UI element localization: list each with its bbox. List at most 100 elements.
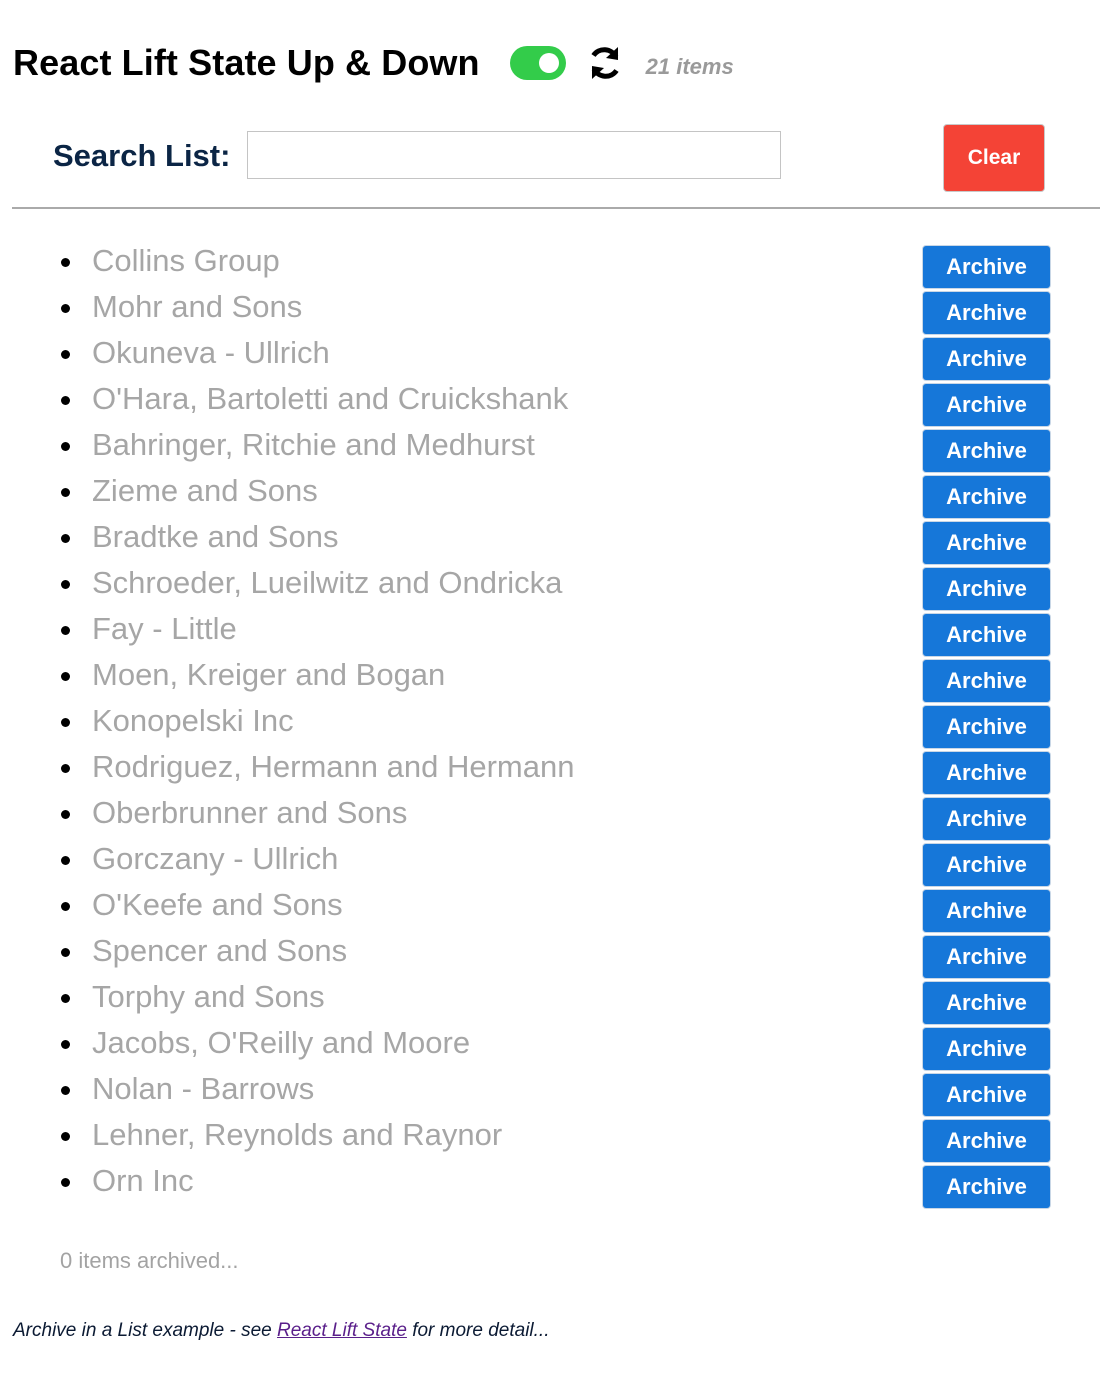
bullet-icon bbox=[61, 396, 70, 405]
clear-button[interactable]: Clear bbox=[943, 124, 1045, 192]
bullet-icon bbox=[61, 810, 70, 819]
list-item-label: Fay - Little bbox=[92, 611, 237, 646]
item-count: 21 items bbox=[645, 54, 734, 79]
bullet-icon bbox=[61, 718, 70, 727]
list-item: Orn Inc Archive bbox=[0, 1163, 1120, 1211]
list-item-label: Gorczany - Ullrich bbox=[92, 841, 339, 876]
bullet-icon bbox=[61, 1132, 70, 1141]
archive-button[interactable]: Archive bbox=[922, 337, 1051, 381]
list-item-label: Nolan - Barrows bbox=[92, 1071, 315, 1106]
list-item: Oberbrunner and Sons Archive bbox=[0, 796, 1120, 843]
archive-button[interactable]: Archive bbox=[922, 981, 1051, 1025]
bullet-icon bbox=[61, 626, 70, 635]
list-item: Torphy and Sons Archive bbox=[0, 979, 1120, 1027]
archive-button[interactable]: Archive bbox=[922, 797, 1051, 841]
toggle-switch[interactable] bbox=[509, 46, 566, 80]
list-item: Spencer and Sons Archive bbox=[0, 934, 1120, 981]
archived-status: 0 items archived... bbox=[60, 1248, 239, 1273]
list-item-label: Moen, Kreiger and Bogan bbox=[92, 657, 446, 692]
toggle-knob bbox=[538, 53, 559, 73]
list-item-label: Collins Group bbox=[92, 243, 280, 278]
list-item-label: Schroeder, Lueilwitz and Ondricka bbox=[92, 565, 563, 600]
search-label: Search List: bbox=[53, 138, 231, 173]
archive-button[interactable]: Archive bbox=[922, 1119, 1051, 1163]
archive-button[interactable]: Archive bbox=[922, 429, 1051, 473]
company-list: Collins Group Archive Mohr and Sons Archive… bbox=[0, 243, 1120, 1211]
list-item: Bahringer, Ritchie and Medhurst Archive bbox=[0, 427, 1120, 475]
list-item-label: O'Hara, Bartoletti and Cruickshank bbox=[92, 381, 569, 416]
archive-button[interactable]: Archive bbox=[922, 383, 1051, 427]
bullet-icon bbox=[61, 488, 70, 497]
bullet-icon bbox=[61, 1178, 70, 1187]
archive-button[interactable]: Archive bbox=[922, 843, 1051, 887]
search-row: Search List: Clear bbox=[53, 124, 1045, 192]
bullet-icon bbox=[61, 350, 70, 359]
list-item-label: O'Keefe and Sons bbox=[92, 887, 343, 922]
list-item: Konopelski Inc Archive bbox=[0, 703, 1120, 751]
bullet-icon bbox=[61, 442, 70, 451]
bullet-icon bbox=[61, 672, 70, 681]
list-item-label: Orn Inc bbox=[92, 1163, 194, 1198]
bullet-icon bbox=[61, 902, 70, 911]
list-item-label: Torphy and Sons bbox=[92, 979, 325, 1014]
archive-button[interactable]: Archive bbox=[922, 613, 1051, 657]
search-input[interactable] bbox=[247, 131, 781, 179]
bullet-icon bbox=[61, 258, 70, 267]
archive-button[interactable]: Archive bbox=[922, 935, 1051, 979]
list-item-label: Okuneva - Ullrich bbox=[92, 335, 330, 370]
archive-button[interactable]: Archive bbox=[922, 521, 1051, 565]
list-item-label: Konopelski Inc bbox=[92, 703, 294, 738]
bullet-icon bbox=[61, 994, 70, 1003]
footer-suffix: for more detail... bbox=[406, 1320, 550, 1341]
archive-button[interactable]: Archive bbox=[922, 659, 1051, 703]
list-item: Rodriguez, Hermann and Hermann Archive bbox=[0, 749, 1120, 797]
refresh-button[interactable] bbox=[584, 42, 626, 84]
archive-button[interactable]: Archive bbox=[922, 751, 1051, 795]
bullet-icon bbox=[61, 304, 70, 313]
page-title: React Lift State Up & Down bbox=[13, 42, 480, 83]
list-item: Jacobs, O'Reilly and Moore Archive bbox=[0, 1025, 1120, 1073]
divider bbox=[12, 207, 1100, 209]
list-item-label: Bahringer, Ritchie and Medhurst bbox=[92, 427, 535, 462]
list-item-label: Bradtke and Sons bbox=[92, 519, 339, 554]
list-item: Fay - Little Archive bbox=[0, 611, 1120, 659]
bullet-icon bbox=[61, 534, 70, 543]
list-item-label: Jacobs, O'Reilly and Moore bbox=[92, 1025, 471, 1060]
list-item: Collins Group Archive bbox=[0, 243, 1120, 291]
archive-button[interactable]: Archive bbox=[922, 291, 1051, 335]
list-item: Lehner, Reynolds and Raynor Archive bbox=[0, 1117, 1120, 1165]
footer-prefix: Archive in a List example - see bbox=[13, 1320, 278, 1341]
bullet-icon bbox=[61, 1040, 70, 1049]
list-item: Bradtke and Sons Archive bbox=[0, 519, 1120, 567]
archive-button[interactable]: Archive bbox=[922, 1073, 1051, 1117]
archive-button[interactable]: Archive bbox=[922, 1027, 1051, 1071]
list-item-label: Zieme and Sons bbox=[92, 473, 318, 508]
bullet-icon bbox=[61, 856, 70, 865]
list-item: Schroeder, Lueilwitz and Ondricka Archive bbox=[0, 565, 1120, 613]
list-item: Gorczany - Ullrich Archive bbox=[0, 841, 1120, 889]
list-item: O'Keefe and Sons Archive bbox=[0, 887, 1120, 935]
list-item: Moen, Kreiger and Bogan Archive bbox=[0, 657, 1120, 705]
list-item-label: Lehner, Reynolds and Raynor bbox=[92, 1117, 503, 1152]
footer-link[interactable]: React Lift State bbox=[277, 1320, 407, 1341]
list-item: Zieme and Sons Archive bbox=[0, 473, 1120, 521]
list-item: Nolan - Barrows Archive bbox=[0, 1071, 1120, 1119]
bullet-icon bbox=[61, 948, 70, 957]
list-item: Okuneva - Ullrich Archive bbox=[0, 335, 1120, 383]
archive-button[interactable]: Archive bbox=[922, 705, 1051, 749]
list-item: O'Hara, Bartoletti and Cruickshank Archiv… bbox=[0, 381, 1120, 429]
archive-button[interactable]: Archive bbox=[922, 475, 1051, 519]
bullet-icon bbox=[61, 764, 70, 773]
bullet-icon bbox=[61, 1086, 70, 1095]
footer-note: Archive in a List example - see React Li… bbox=[13, 1320, 549, 1342]
archive-button[interactable]: Archive bbox=[922, 889, 1051, 933]
header: React Lift State Up & Down 21 items bbox=[13, 38, 734, 88]
list-item-label: Mohr and Sons bbox=[92, 289, 303, 324]
refresh-icon bbox=[591, 47, 619, 79]
archive-button[interactable]: Archive bbox=[922, 567, 1051, 611]
bullet-icon bbox=[61, 580, 70, 589]
archive-button[interactable]: Archive bbox=[922, 1165, 1051, 1209]
archive-button[interactable]: Archive bbox=[922, 245, 1051, 289]
list-item-label: Rodriguez, Hermann and Hermann bbox=[92, 749, 575, 784]
list-item: Mohr and Sons Archive bbox=[0, 289, 1120, 337]
